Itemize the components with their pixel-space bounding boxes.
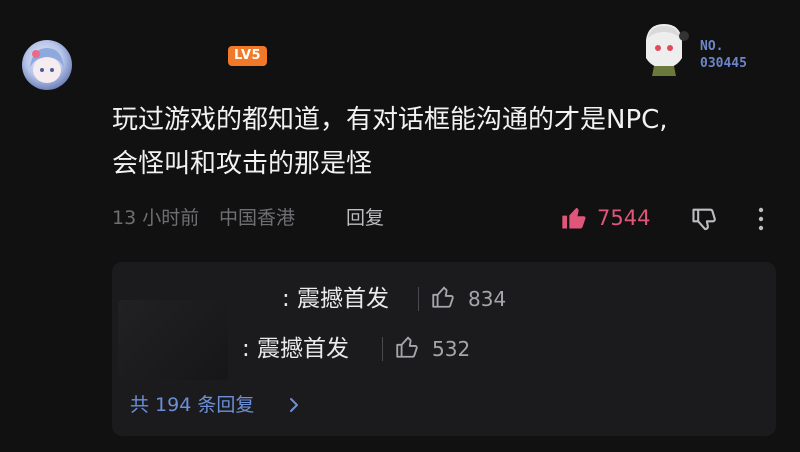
thumb-up-icon[interactable] xyxy=(560,204,588,232)
fan-badge-image xyxy=(636,18,692,78)
divider xyxy=(418,287,419,311)
more-icon[interactable] xyxy=(756,206,766,232)
reply-text[interactable]: : 震撼首发 xyxy=(242,334,349,364)
like-count: 7544 xyxy=(597,206,651,230)
thumb-up-icon[interactable] xyxy=(430,284,456,310)
comment-time: 13 小时前 xyxy=(112,207,200,229)
comment-text-line: 玩过游戏的都知道，有对话框能沟通的才是NPC, xyxy=(112,105,668,135)
comment-text-line: 会怪叫和攻击的那是怪 xyxy=(112,149,373,179)
view-all-replies-link[interactable]: 共 194 条回复 xyxy=(130,392,254,418)
reply-button[interactable]: 回复 xyxy=(346,205,384,231)
avatar[interactable] xyxy=(22,40,72,90)
chevron-right-icon[interactable] xyxy=(288,396,300,414)
username[interactable] xyxy=(112,34,222,52)
comment-location: 中国香港 xyxy=(219,207,296,229)
divider xyxy=(382,337,383,361)
fan-badge-number: NO. 030445 xyxy=(700,39,747,71)
reply-like-count: 834 xyxy=(468,287,507,311)
reply-avatars-blur xyxy=(118,300,228,380)
level-badge: LV5 xyxy=(228,46,268,66)
reply-text[interactable]: : 震撼首发 xyxy=(282,284,389,314)
thumb-up-icon[interactable] xyxy=(394,334,420,360)
comment-text: 玩过游戏的都知道，有对话框能沟通的才是NPC, 会怪叫和攻击的那是怪 xyxy=(112,98,762,186)
reply-like-count: 532 xyxy=(432,337,471,361)
thumb-down-icon[interactable] xyxy=(690,205,718,233)
